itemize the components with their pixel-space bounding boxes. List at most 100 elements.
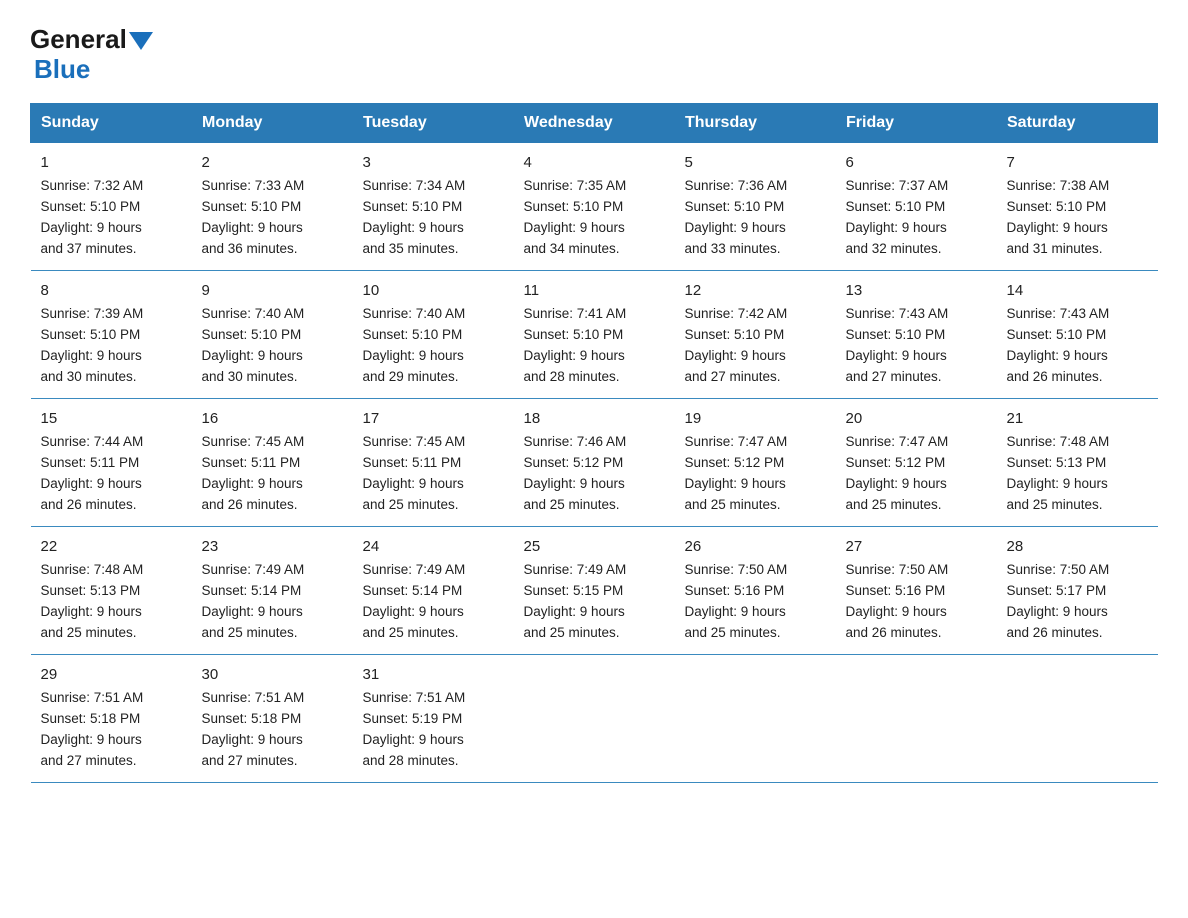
- calendar-cell: 19Sunrise: 7:47 AMSunset: 5:12 PMDayligh…: [675, 398, 836, 526]
- day-number: 17: [363, 407, 504, 430]
- calendar-cell: 5Sunrise: 7:36 AMSunset: 5:10 PMDaylight…: [675, 143, 836, 271]
- calendar-cell: [514, 654, 675, 782]
- day-number: 25: [524, 535, 665, 558]
- day-number: 12: [685, 279, 826, 302]
- calendar-cell: 27 Sunrise: 7:50 AMSunset: 5:16 PMDayligh…: [836, 526, 997, 654]
- header-day-saturday: Saturday: [997, 104, 1158, 143]
- day-info: Sunrise: 7:32 AMSunset: 5:10 PMDaylight:…: [41, 178, 144, 256]
- calendar-cell: 18 Sunrise: 7:46 AMSunset: 5:12 PMDayligh…: [514, 398, 675, 526]
- calendar-cell: 3 Sunrise: 7:34 AMSunset: 5:10 PMDaylight…: [353, 143, 514, 271]
- day-info: Sunrise: 7:44 AMSunset: 5:11 PMDaylight:…: [41, 434, 144, 512]
- day-number: 3: [363, 151, 504, 174]
- calendar-cell: 28Sunrise: 7:50 AMSunset: 5:17 PMDayligh…: [997, 526, 1158, 654]
- calendar-table: SundayMondayTuesdayWednesdayThursdayFrid…: [30, 103, 1158, 783]
- day-number: 24: [363, 535, 504, 558]
- day-number: 5: [685, 151, 826, 174]
- day-info: Sunrise: 7:45 AMSunset: 5:11 PMDaylight:…: [363, 434, 466, 512]
- calendar-cell: 26 Sunrise: 7:50 AMSunset: 5:16 PMDayligh…: [675, 526, 836, 654]
- day-info: Sunrise: 7:49 AMSunset: 5:15 PMDaylight:…: [524, 562, 627, 640]
- day-info: Sunrise: 7:45 AMSunset: 5:11 PMDaylight:…: [202, 434, 305, 512]
- day-number: 27: [846, 535, 987, 558]
- calendar-week-5: 29Sunrise: 7:51 AMSunset: 5:18 PMDayligh…: [31, 654, 1158, 782]
- day-number: 22: [41, 535, 182, 558]
- day-number: 4: [524, 151, 665, 174]
- logo-blue: Blue: [34, 54, 90, 85]
- day-info: Sunrise: 7:50 AMSunset: 5:16 PMDaylight:…: [685, 562, 788, 640]
- day-number: 15: [41, 407, 182, 430]
- calendar-week-2: 8Sunrise: 7:39 AMSunset: 5:10 PMDaylight…: [31, 270, 1158, 398]
- calendar-cell: 8Sunrise: 7:39 AMSunset: 5:10 PMDaylight…: [31, 270, 192, 398]
- header-day-friday: Friday: [836, 104, 997, 143]
- calendar-week-4: 22Sunrise: 7:48 AMSunset: 5:13 PMDayligh…: [31, 526, 1158, 654]
- day-info: Sunrise: 7:37 AMSunset: 5:10 PMDaylight:…: [846, 178, 949, 256]
- day-info: Sunrise: 7:35 AMSunset: 5:10 PMDaylight:…: [524, 178, 627, 256]
- day-info: Sunrise: 7:51 AMSunset: 5:18 PMDaylight:…: [41, 690, 144, 768]
- day-info: Sunrise: 7:34 AMSunset: 5:10 PMDaylight:…: [363, 178, 466, 256]
- calendar-header-row: SundayMondayTuesdayWednesdayThursdayFrid…: [31, 104, 1158, 143]
- day-number: 18: [524, 407, 665, 430]
- header-day-wednesday: Wednesday: [514, 104, 675, 143]
- logo: General Blue: [30, 20, 153, 85]
- day-info: Sunrise: 7:43 AMSunset: 5:10 PMDaylight:…: [846, 306, 949, 384]
- day-info: Sunrise: 7:49 AMSunset: 5:14 PMDaylight:…: [202, 562, 305, 640]
- header-day-thursday: Thursday: [675, 104, 836, 143]
- calendar-cell: [675, 654, 836, 782]
- calendar-cell: 17 Sunrise: 7:45 AMSunset: 5:11 PMDayligh…: [353, 398, 514, 526]
- calendar-cell: 9 Sunrise: 7:40 AMSunset: 5:10 PMDaylight…: [192, 270, 353, 398]
- day-info: Sunrise: 7:50 AMSunset: 5:16 PMDaylight:…: [846, 562, 949, 640]
- day-info: Sunrise: 7:47 AMSunset: 5:12 PMDaylight:…: [846, 434, 949, 512]
- calendar-cell: 16 Sunrise: 7:45 AMSunset: 5:11 PMDayligh…: [192, 398, 353, 526]
- day-number: 14: [1007, 279, 1148, 302]
- calendar-cell: 21 Sunrise: 7:48 AMSunset: 5:13 PMDayligh…: [997, 398, 1158, 526]
- calendar-cell: 2 Sunrise: 7:33 AMSunset: 5:10 PMDaylight…: [192, 143, 353, 271]
- calendar-week-3: 15 Sunrise: 7:44 AMSunset: 5:11 PMDayligh…: [31, 398, 1158, 526]
- day-number: 20: [846, 407, 987, 430]
- calendar-cell: 1 Sunrise: 7:32 AMSunset: 5:10 PMDaylight…: [31, 143, 192, 271]
- calendar-cell: 11Sunrise: 7:41 AMSunset: 5:10 PMDayligh…: [514, 270, 675, 398]
- calendar-cell: 25 Sunrise: 7:49 AMSunset: 5:15 PMDayligh…: [514, 526, 675, 654]
- day-info: Sunrise: 7:33 AMSunset: 5:10 PMDaylight:…: [202, 178, 305, 256]
- day-number: 31: [363, 663, 504, 686]
- calendar-cell: 22Sunrise: 7:48 AMSunset: 5:13 PMDayligh…: [31, 526, 192, 654]
- calendar-cell: 31Sunrise: 7:51 AMSunset: 5:19 PMDayligh…: [353, 654, 514, 782]
- page-header: General Blue: [30, 20, 1158, 85]
- day-info: Sunrise: 7:49 AMSunset: 5:14 PMDaylight:…: [363, 562, 466, 640]
- day-info: Sunrise: 7:51 AMSunset: 5:18 PMDaylight:…: [202, 690, 305, 768]
- day-number: 28: [1007, 535, 1148, 558]
- day-info: Sunrise: 7:40 AMSunset: 5:10 PMDaylight:…: [202, 306, 305, 384]
- calendar-cell: [997, 654, 1158, 782]
- day-info: Sunrise: 7:46 AMSunset: 5:12 PMDaylight:…: [524, 434, 627, 512]
- header-day-sunday: Sunday: [31, 104, 192, 143]
- day-number: 9: [202, 279, 343, 302]
- day-number: 11: [524, 279, 665, 302]
- day-info: Sunrise: 7:43 AMSunset: 5:10 PMDaylight:…: [1007, 306, 1110, 384]
- calendar-cell: 29Sunrise: 7:51 AMSunset: 5:18 PMDayligh…: [31, 654, 192, 782]
- day-info: Sunrise: 7:39 AMSunset: 5:10 PMDaylight:…: [41, 306, 144, 384]
- day-number: 10: [363, 279, 504, 302]
- calendar-cell: 15 Sunrise: 7:44 AMSunset: 5:11 PMDayligh…: [31, 398, 192, 526]
- logo-general: General: [30, 24, 127, 54]
- day-number: 13: [846, 279, 987, 302]
- day-number: 21: [1007, 407, 1148, 430]
- day-number: 16: [202, 407, 343, 430]
- day-number: 26: [685, 535, 826, 558]
- day-info: Sunrise: 7:40 AMSunset: 5:10 PMDaylight:…: [363, 306, 466, 384]
- calendar-week-1: 1 Sunrise: 7:32 AMSunset: 5:10 PMDaylight…: [31, 143, 1158, 271]
- day-number: 7: [1007, 151, 1148, 174]
- calendar-cell: [836, 654, 997, 782]
- header-day-monday: Monday: [192, 104, 353, 143]
- day-number: 23: [202, 535, 343, 558]
- calendar-cell: 7 Sunrise: 7:38 AMSunset: 5:10 PMDaylight…: [997, 143, 1158, 271]
- header-day-tuesday: Tuesday: [353, 104, 514, 143]
- logo-triangle-icon: [129, 32, 153, 50]
- day-info: Sunrise: 7:48 AMSunset: 5:13 PMDaylight:…: [1007, 434, 1110, 512]
- day-info: Sunrise: 7:38 AMSunset: 5:10 PMDaylight:…: [1007, 178, 1110, 256]
- calendar-cell: 23 Sunrise: 7:49 AMSunset: 5:14 PMDayligh…: [192, 526, 353, 654]
- day-number: 19: [685, 407, 826, 430]
- day-number: 1: [41, 151, 182, 174]
- calendar-cell: 30Sunrise: 7:51 AMSunset: 5:18 PMDayligh…: [192, 654, 353, 782]
- calendar-cell: 6Sunrise: 7:37 AMSunset: 5:10 PMDaylight…: [836, 143, 997, 271]
- calendar-cell: 13 Sunrise: 7:43 AMSunset: 5:10 PMDayligh…: [836, 270, 997, 398]
- calendar-cell: 14 Sunrise: 7:43 AMSunset: 5:10 PMDayligh…: [997, 270, 1158, 398]
- day-number: 2: [202, 151, 343, 174]
